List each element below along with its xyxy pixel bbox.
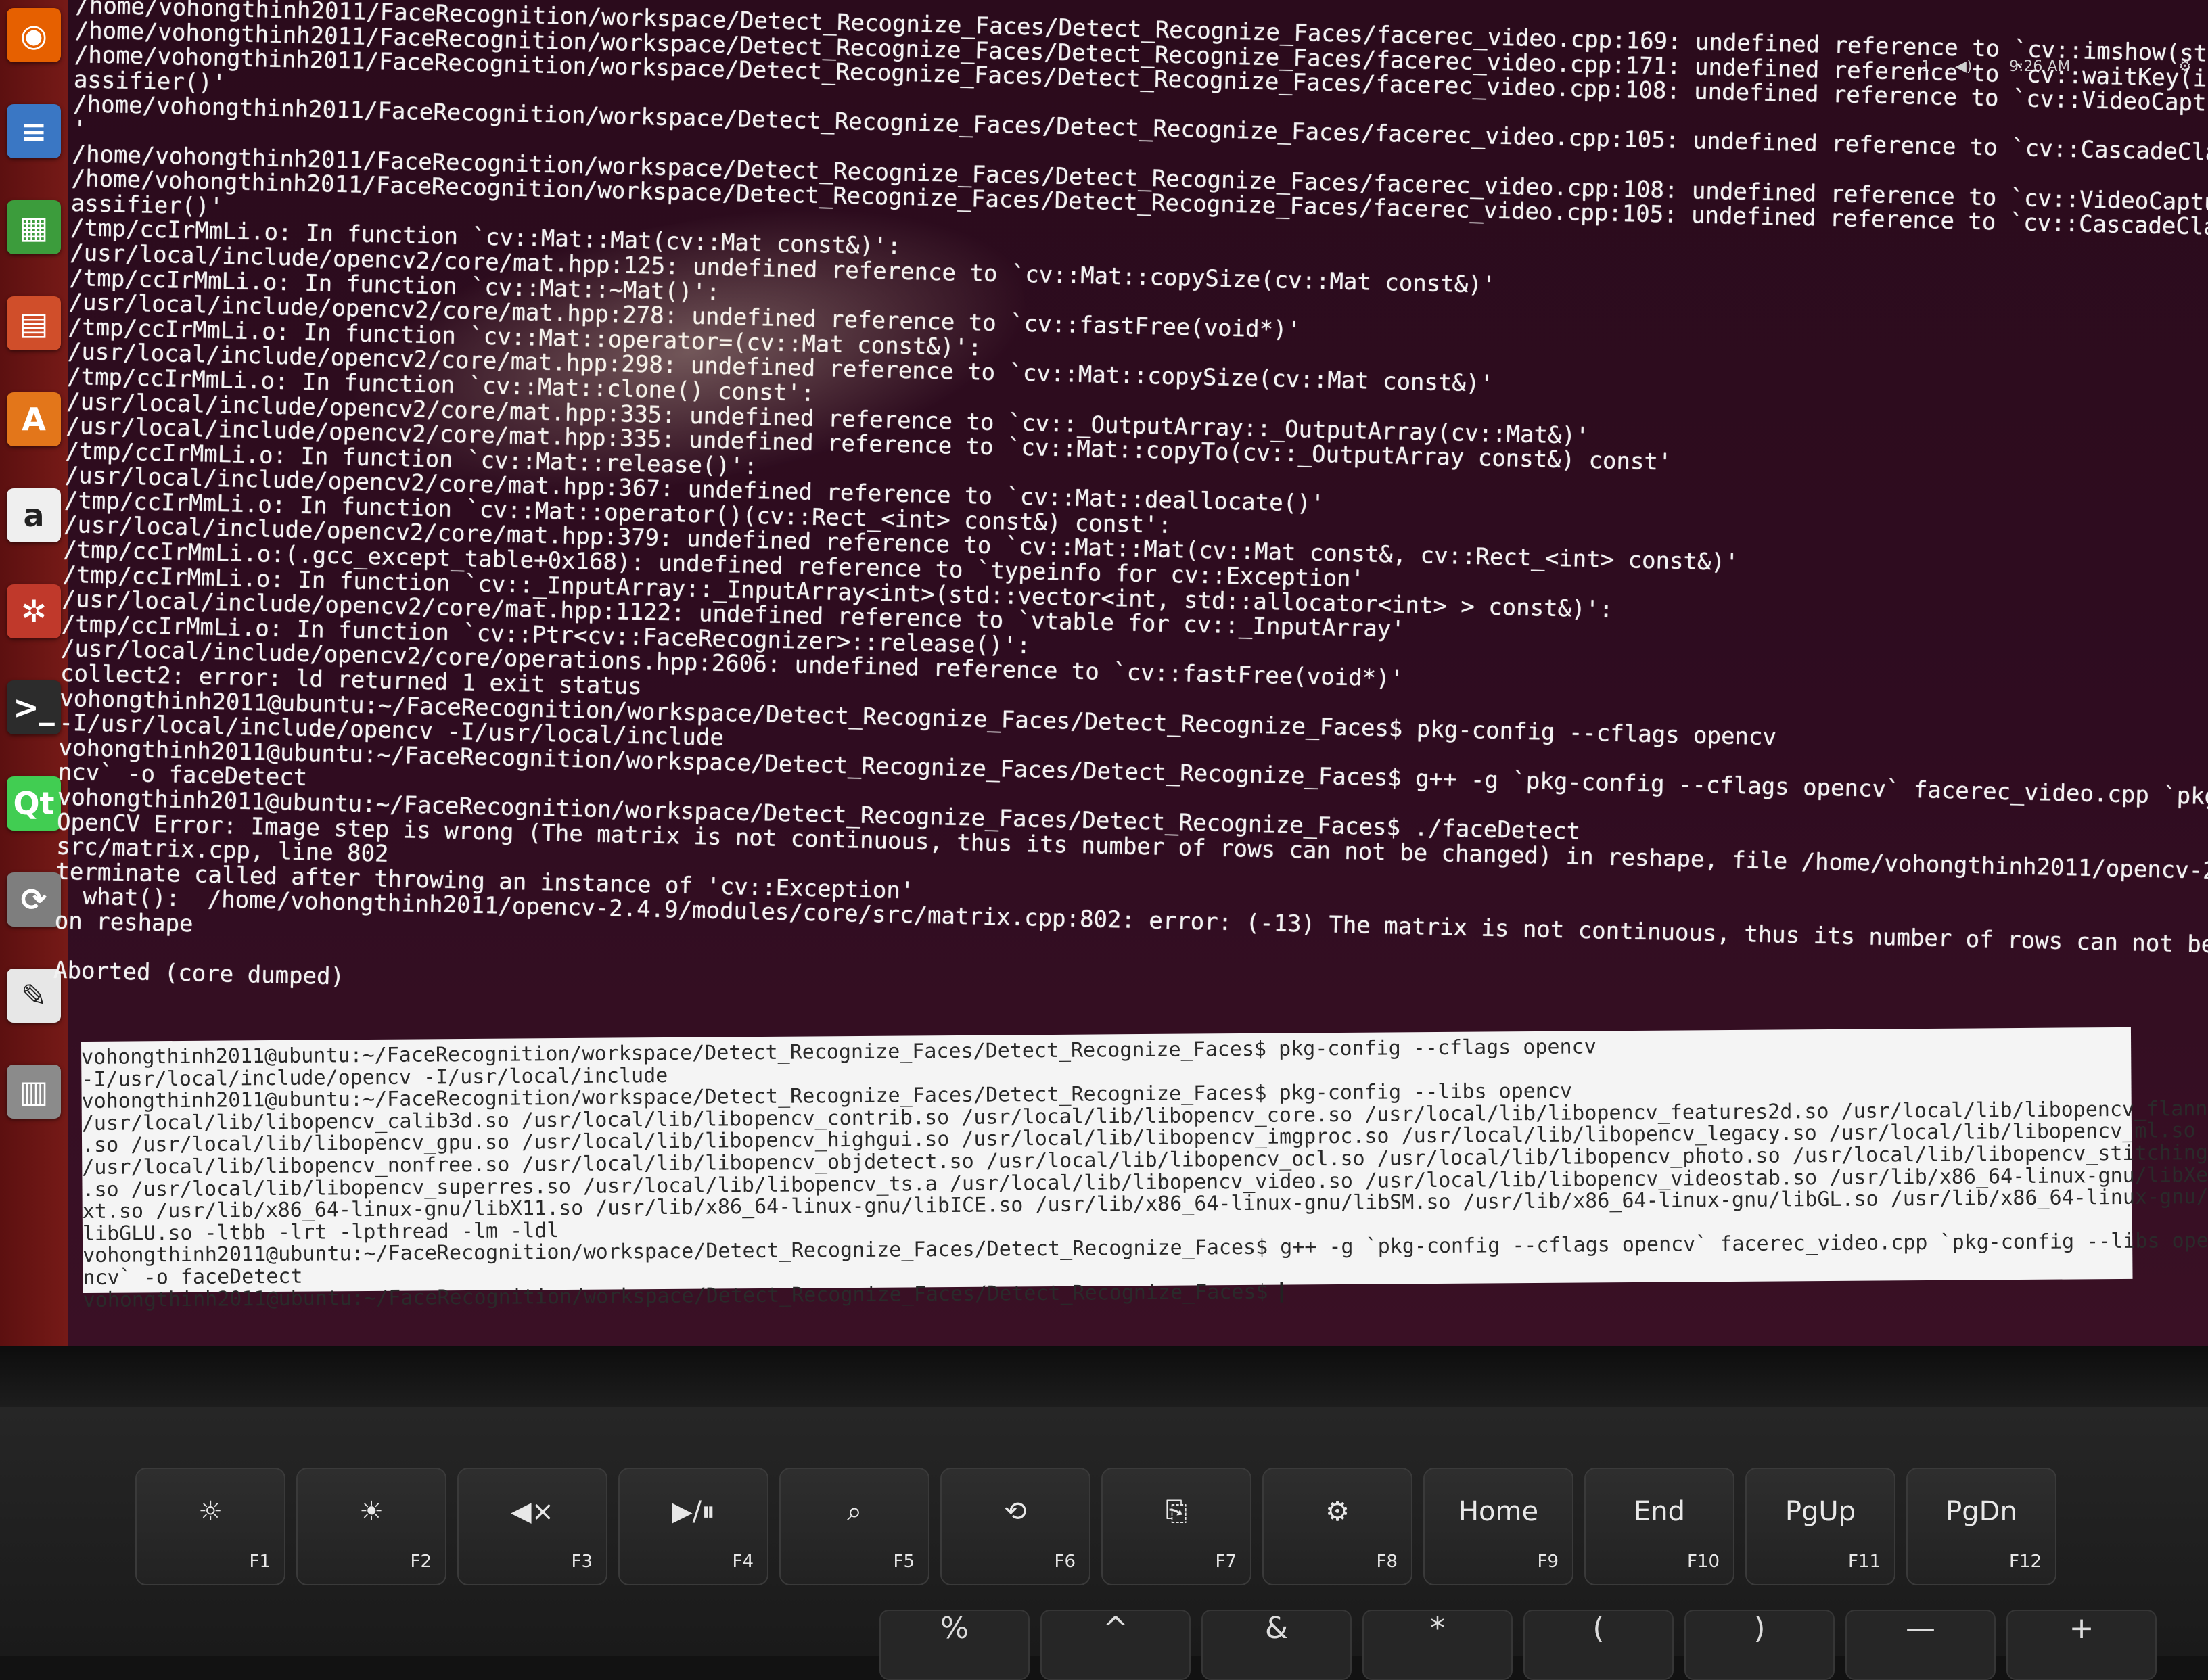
fn-label: F8 — [1376, 1551, 1398, 1572]
key-label: ⎘ — [1166, 1496, 1187, 1527]
f6-share-key[interactable]: ⟲ F6 — [940, 1468, 1090, 1585]
f9-home-key[interactable]: Home F9 — [1423, 1468, 1573, 1585]
f1-brightness-down-key[interactable]: ☼ F1 — [135, 1468, 285, 1585]
fn-label: F5 — [893, 1551, 915, 1572]
launcher-icon-glyph: ≡ — [20, 113, 47, 149]
system-settings-icon[interactable]: ✲ — [7, 584, 61, 638]
fn-label: F7 — [1215, 1551, 1237, 1572]
number-row-key[interactable]: ( — [1523, 1610, 1674, 1680]
key-label: PgDn — [1946, 1496, 2017, 1527]
qt-creator-icon[interactable]: Qt — [7, 776, 61, 831]
number-row-key[interactable]: ^ — [1040, 1610, 1191, 1680]
launcher-icon-glyph: ✎ — [20, 977, 47, 1014]
number-row-key[interactable]: * — [1362, 1610, 1513, 1680]
fn-label: F3 — [571, 1551, 593, 1572]
unity-launcher: ◉ ≡ ▦ ▤ Aa ✲ >_ Qt ⟳ ✎ ▥ — [0, 0, 68, 1346]
writer-icon[interactable]: ≡ — [7, 104, 61, 158]
terminal-icon[interactable]: >_ — [7, 680, 61, 734]
key-label: ⟲ — [1004, 1496, 1027, 1527]
keyboard: ☼ F1 ☀ F2 ◀× F3 ▶/⏸ F4 ⌕ F5 ⟲ F6 ⎘ F7 ⚙ F8 Home F9 End F10 P… — [0, 1407, 2208, 1680]
key-label: ⚙ — [1325, 1496, 1350, 1527]
launcher-icon-glyph: ✲ — [20, 593, 47, 630]
software-center-icon[interactable]: A — [7, 392, 61, 446]
fn-label: F1 — [249, 1551, 271, 1572]
launcher-icon-glyph: a — [23, 497, 45, 534]
terminal-cursor — [1280, 1282, 1283, 1303]
number-row-key[interactable]: % — [879, 1610, 1030, 1680]
f11-pgup-key[interactable]: PgUp F11 — [1745, 1468, 1895, 1585]
terminal-output[interactable]: /home/vohongthinh2011/FaceRecognition/wo… — [51, 0, 2208, 1123]
key-label: Home — [1458, 1496, 1539, 1527]
launcher-icon-glyph: A — [22, 401, 46, 438]
key-label: ▶/⏸ — [671, 1496, 716, 1527]
number-row-key[interactable]: ) — [1684, 1610, 1835, 1680]
launcher-icon-glyph: Qt — [13, 785, 55, 822]
f12-pgdn-key[interactable]: PgDn F12 — [1906, 1468, 2056, 1585]
fn-label: F12 — [2008, 1551, 2042, 1572]
f3-mute-key[interactable]: ◀× F3 — [457, 1468, 607, 1585]
fn-label: F9 — [1537, 1551, 1559, 1572]
launcher-icon-glyph: ▦ — [19, 209, 49, 246]
launcher-icon-glyph: >_ — [13, 689, 55, 726]
key-label: End — [1633, 1496, 1685, 1527]
launcher-icon-glyph: ◉ — [20, 17, 48, 53]
fn-label: F2 — [410, 1551, 432, 1572]
launcher-icon-glyph: ▥ — [19, 1073, 49, 1110]
launcher-icon-glyph: ⟳ — [20, 881, 47, 918]
fn-label: F4 — [732, 1551, 754, 1572]
key-label: ◀× — [510, 1496, 555, 1527]
f2-brightness-up-key[interactable]: ☀ F2 — [296, 1468, 446, 1585]
fn-label: F10 — [1686, 1551, 1720, 1572]
number-row-key[interactable]: & — [1201, 1610, 1352, 1680]
key-label: ☼ — [198, 1496, 223, 1527]
key-label: PgUp — [1785, 1496, 1856, 1527]
f8-settings-key[interactable]: ⚙ F8 — [1262, 1468, 1412, 1585]
launcher-icon-glyph: ▤ — [19, 305, 49, 342]
amazon-icon[interactable]: a — [7, 488, 61, 542]
f4-play-pause-key[interactable]: ▶/⏸ F4 — [618, 1468, 768, 1585]
key-label: ⌕ — [846, 1496, 862, 1527]
number-row-key[interactable]: + — [2006, 1610, 2157, 1680]
laptop-screen: ◉ ≡ ▦ ▤ Aa ✲ >_ Qt ⟳ ✎ ▥ 1 ◀) 9:26 AM ⚙ /home/voho… — [0, 0, 2208, 1346]
screen-bezel — [0, 1346, 2208, 1407]
f7-devices-key[interactable]: ⎘ F7 — [1101, 1468, 1251, 1585]
terminal-line-text: ncv` -o faceDetect — [83, 1264, 303, 1290]
f5-search-key[interactable]: ⌕ F5 — [779, 1468, 929, 1585]
number-row-key[interactable]: — — [1845, 1610, 1996, 1680]
key-label: ☀ — [359, 1496, 384, 1527]
firefox-icon[interactable]: ◉ — [7, 8, 61, 62]
f10-end-key[interactable]: End F10 — [1584, 1468, 1734, 1585]
calc-icon[interactable]: ▦ — [7, 200, 61, 254]
fn-label: F11 — [1847, 1551, 1881, 1572]
impress-icon[interactable]: ▤ — [7, 296, 61, 350]
terminal-selected-output[interactable]: vohongthinh2011@ubuntu:~/FaceRecognition… — [81, 1032, 2208, 1345]
software-updater-icon[interactable]: ⟳ — [7, 872, 61, 927]
fn-label: F6 — [1054, 1551, 1076, 1572]
